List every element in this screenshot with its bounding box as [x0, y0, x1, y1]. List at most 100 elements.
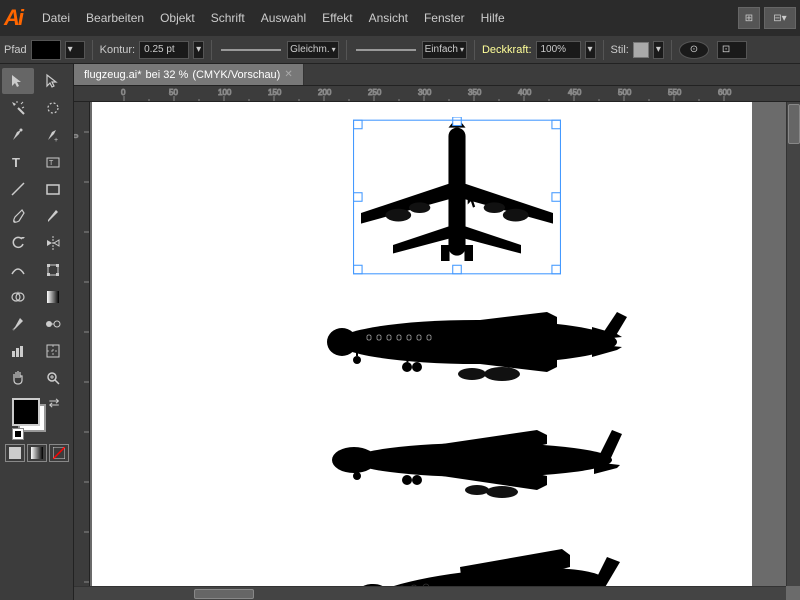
scroll-thumb-vertical[interactable] — [788, 104, 800, 144]
menu-effekt[interactable]: Effekt — [314, 7, 360, 29]
tool-pen[interactable] — [2, 122, 34, 148]
tool-magic-wand[interactable] — [2, 95, 34, 121]
reset-colors-icon[interactable] — [12, 428, 24, 440]
canvas-area: flugzeug.ai* bei 32 % (CMYK/Vorschau) ✕ … — [74, 64, 800, 600]
tab-bar: flugzeug.ai* bei 32 % (CMYK/Vorschau) ✕ — [74, 64, 800, 86]
tool-lasso[interactable] — [37, 95, 69, 121]
menu-ansicht[interactable]: Ansicht — [361, 7, 416, 29]
svg-text:+: + — [16, 291, 20, 297]
menu-hilfe[interactable]: Hilfe — [473, 7, 513, 29]
canvas-document — [92, 102, 752, 600]
tool-line[interactable] — [2, 176, 34, 202]
arrange-icon[interactable]: ⊟▾ — [764, 7, 796, 29]
svg-text:550: 550 — [668, 88, 682, 97]
color-mode-fill[interactable] — [5, 444, 25, 462]
tool-warp[interactable] — [2, 257, 34, 283]
tool-chart[interactable] — [2, 338, 34, 364]
airplane-1-selected[interactable] — [322, 117, 592, 277]
menu-auswahl[interactable]: Auswahl — [253, 7, 314, 29]
tool-reflect[interactable] — [37, 230, 69, 256]
svg-text:0: 0 — [74, 134, 80, 138]
opacity-value[interactable]: 100% — [536, 41, 581, 59]
left-toolbar: + T T — [0, 64, 74, 600]
svg-text:500: 500 — [618, 88, 632, 97]
svg-text:150: 150 — [268, 88, 282, 97]
menu-schrift[interactable]: Schrift — [203, 7, 253, 29]
svg-text:200: 200 — [318, 88, 332, 97]
svg-text:+: + — [54, 137, 58, 143]
tool-type[interactable]: T — [2, 149, 34, 175]
ruler-horizontal: 0 50 100 150 200 250 300 350 400 450 500… — [74, 86, 800, 102]
scrollbar-vertical[interactable] — [786, 102, 800, 586]
opacity-dropdown[interactable]: ▾ — [585, 41, 596, 59]
svg-text:T: T — [12, 155, 20, 170]
tool-paintbrush[interactable] — [2, 203, 34, 229]
line-style-2-dropdown[interactable]: Einfach▾ — [422, 41, 467, 59]
tab-filename: flugzeug.ai* — [84, 69, 142, 81]
stroke-dropdown[interactable]: ▾ — [193, 41, 204, 59]
style-label: Stil: — [611, 44, 629, 56]
swap-colors-icon[interactable]: ⇄ — [49, 395, 60, 411]
svg-text:450: 450 — [568, 88, 582, 97]
tool-rotate[interactable] — [2, 230, 34, 256]
color-mode-none[interactable] — [49, 444, 69, 462]
menu-datei[interactable]: Datei — [34, 7, 78, 29]
color-mode-gradient[interactable] — [27, 444, 47, 462]
tool-zoom[interactable] — [37, 365, 69, 391]
svg-text:T: T — [49, 160, 54, 167]
opacity-label: Deckkraft: — [482, 44, 532, 56]
color-swatches: ⇄ — [12, 398, 62, 440]
airplane-2 — [312, 302, 642, 392]
stroke-label: Kontur: — [100, 44, 135, 56]
tool-gradient[interactable] — [37, 284, 69, 310]
tool-free-transform[interactable] — [37, 257, 69, 283]
tool-selection[interactable] — [2, 68, 34, 94]
tool-shape-builder[interactable]: + — [2, 284, 34, 310]
menu-bearbeiten[interactable]: Bearbeiten — [78, 7, 152, 29]
tool-hand[interactable] — [2, 365, 34, 391]
tab-zoom: bei 32 % — [146, 69, 189, 81]
svg-text:400: 400 — [518, 88, 532, 97]
tool-blend[interactable] — [37, 311, 69, 337]
line-style-1-dropdown[interactable]: Gleichm.▾ — [287, 41, 338, 59]
document-tab[interactable]: flugzeug.ai* bei 32 % (CMYK/Vorschau) ✕ — [74, 64, 304, 85]
svg-text:0: 0 — [121, 88, 126, 97]
scroll-thumb-horizontal[interactable] — [194, 589, 254, 599]
app-logo: Ai — [4, 7, 22, 29]
style-swatch[interactable] — [633, 42, 649, 58]
tool-area-type[interactable]: T — [37, 149, 69, 175]
menu-fenster[interactable]: Fenster — [416, 7, 473, 29]
menubar: Ai Datei Bearbeiten Objekt Schrift Auswa… — [0, 0, 800, 36]
workspace-icon[interactable]: ⊞ — [738, 7, 760, 29]
svg-text:250: 250 — [368, 88, 382, 97]
airplane-3 — [332, 422, 632, 502]
menu-objekt[interactable]: Objekt — [152, 7, 203, 29]
tool-pencil[interactable] — [37, 203, 69, 229]
stroke-value[interactable]: 0.25 pt — [139, 41, 189, 59]
svg-text:300: 300 — [418, 88, 432, 97]
tool-eyedropper[interactable] — [2, 311, 34, 337]
line-style-2 — [356, 49, 416, 51]
path-label: Pfad — [4, 44, 27, 56]
tool-rect[interactable] — [37, 176, 69, 202]
tab-close-button[interactable]: ✕ — [284, 69, 292, 80]
svg-text:50: 50 — [169, 88, 178, 97]
tool-add-anchor[interactable]: + — [37, 122, 69, 148]
fill-swatch[interactable] — [31, 40, 61, 60]
tool-direct-selection[interactable] — [37, 68, 69, 94]
fill-dropdown[interactable]: ▾ — [65, 41, 85, 59]
ruler-vertical: 0 — [74, 102, 90, 600]
svg-text:600: 600 — [718, 88, 732, 97]
style-dropdown[interactable]: ▾ — [653, 41, 664, 59]
toolbar: Pfad ▾ Kontur: 0.25 pt ▾ Gleichm.▾ Einfa… — [0, 36, 800, 64]
extra-icon[interactable]: ⊙ — [679, 41, 709, 59]
main-area: + T T — [0, 64, 800, 600]
fg-color-swatch[interactable] — [12, 398, 40, 426]
tool-slice[interactable] — [37, 338, 69, 364]
line-style-1 — [221, 49, 281, 51]
svg-text:350: 350 — [468, 88, 482, 97]
svg-text:100: 100 — [218, 88, 232, 97]
tab-colormode: (CMYK/Vorschau) — [192, 69, 280, 81]
scrollbar-horizontal[interactable] — [74, 586, 786, 600]
panel-toggle[interactable]: ⊡ — [717, 41, 747, 59]
